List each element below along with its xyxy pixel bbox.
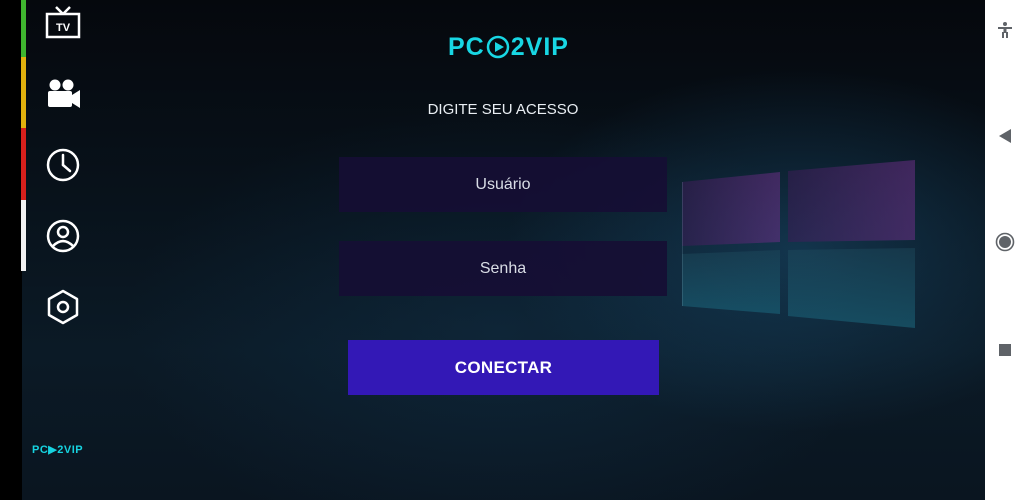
user-icon — [46, 219, 80, 253]
play-icon — [486, 35, 510, 59]
system-navigation-bar — [985, 0, 1024, 500]
back-icon — [998, 129, 1011, 143]
home-button[interactable] — [985, 231, 1024, 253]
password-field[interactable] — [339, 241, 667, 296]
recents-button[interactable] — [985, 340, 1024, 360]
logo-suffix: 2VIP — [510, 32, 569, 61]
sidebar-logo: PC▶2VIP — [32, 444, 84, 456]
app-logo: PC 2VIP — [448, 32, 569, 62]
login-prompt: DIGITE SEU ACESSO — [427, 101, 579, 118]
sidebar-bar-green — [21, 0, 26, 57]
sidebar-bar-yellow — [21, 57, 26, 128]
sidebar-item-settings[interactable] — [44, 288, 82, 326]
settings-hexagon-icon — [47, 289, 79, 325]
sidebar-item-history[interactable] — [44, 146, 82, 184]
clock-icon — [46, 148, 80, 182]
accessibility-icon — [997, 22, 1012, 38]
tv-icon-label: TV — [56, 22, 71, 34]
sidebar-item-tv[interactable]: TV — [44, 4, 82, 42]
tv-icon: TV — [45, 6, 81, 39]
video-camera-icon — [48, 79, 80, 108]
sidebar-item-account[interactable] — [44, 217, 82, 255]
sidebar-bar-red — [21, 128, 26, 200]
recents-icon — [998, 344, 1011, 356]
sidebar-item-movies[interactable] — [44, 75, 82, 113]
logo-prefix: PC — [448, 32, 485, 61]
back-button[interactable] — [985, 126, 1024, 146]
screen-edge — [0, 0, 22, 500]
home-icon — [995, 232, 1014, 252]
connect-button[interactable]: CONECTAR — [348, 340, 659, 395]
username-field[interactable] — [339, 157, 667, 212]
accessibility-button[interactable] — [985, 18, 1024, 42]
background-window-graphic — [682, 160, 915, 328]
app-screen: TV PC▶2VIP PC 2VIP DIGITE SEU ACESSO Usu… — [0, 0, 985, 500]
sidebar-bar-white — [21, 200, 26, 271]
